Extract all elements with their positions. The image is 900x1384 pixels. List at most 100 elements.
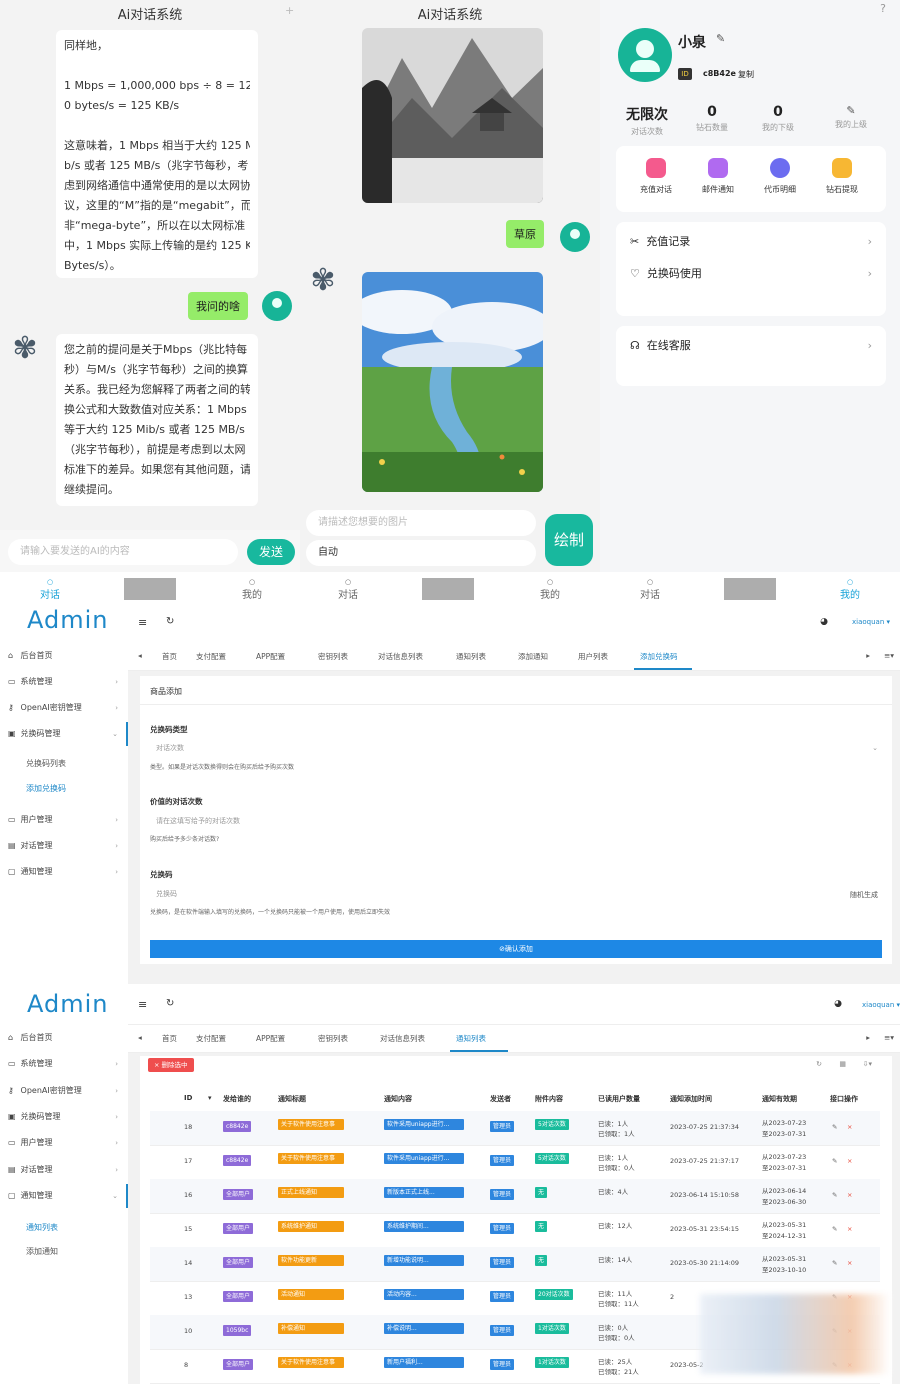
tabs-prev-icon[interactable]: ◂ xyxy=(138,1033,142,1042)
sidebar-sub-add-notice[interactable]: 添加通知 xyxy=(26,1246,58,1257)
prompt-input[interactable]: 请描述您想要的图片 xyxy=(306,510,536,536)
tab-home[interactable]: 首页 xyxy=(162,1033,177,1044)
stat-diamonds[interactable]: 0 钻石数量 xyxy=(677,104,747,133)
edit-icon[interactable]: ✎ xyxy=(832,1123,837,1131)
export-icon[interactable]: ⇩▾ xyxy=(863,1060,872,1068)
columns-icon[interactable]: ▦ xyxy=(839,1060,846,1068)
tabs-next-icon[interactable]: ▸ xyxy=(866,651,870,660)
delete-icon[interactable]: × xyxy=(847,1123,852,1131)
tab-chat-list[interactable]: 对话信息列表 xyxy=(378,651,423,662)
edit-icon[interactable]: ✎ xyxy=(832,1225,837,1233)
tab-chat[interactable]: ○ 对话 xyxy=(20,578,80,601)
user-menu[interactable]: xiaoquan ▾ xyxy=(852,618,890,626)
tab-key-list[interactable]: 密钥列表 xyxy=(318,1033,348,1044)
tab-mine[interactable]: ○ 我的 xyxy=(520,578,580,601)
sidebar-sub-add-redeem[interactable]: 添加兑换码 xyxy=(26,783,66,794)
field-type-select[interactable]: 对话次数 ⌄ xyxy=(150,740,882,756)
mode-select[interactable]: 自动 xyxy=(306,540,536,566)
field-code-input[interactable]: 兑换码 xyxy=(150,886,882,902)
edit-icon[interactable]: ✎ xyxy=(832,1157,837,1165)
tab-home[interactable]: 首页 xyxy=(162,651,177,662)
menu-toggle-icon[interactable]: ≡ xyxy=(138,998,147,1011)
tab-app-config[interactable]: APP配置 xyxy=(256,1033,285,1044)
diamond-withdraw-button[interactable]: 钻石提现 xyxy=(812,158,872,195)
refresh-icon[interactable]: ↻ xyxy=(166,998,174,1009)
sidebar-item-chats[interactable]: ▤ 对话管理 › xyxy=(8,1162,122,1178)
tab-key-list[interactable]: 密钥列表 xyxy=(318,651,348,662)
delete-icon[interactable]: × xyxy=(847,1225,852,1233)
sidebar-item-redeem[interactable]: ▣ 兑换码管理 › xyxy=(8,1109,122,1125)
chat-tab-icon: ○ xyxy=(46,578,54,586)
tab-pay-config[interactable]: 支付配置 xyxy=(196,651,226,662)
tab-user-list[interactable]: 用户列表 xyxy=(578,651,608,662)
tab-notice-list[interactable]: 通知列表 xyxy=(456,1033,486,1044)
sidebar-sub-notice-list[interactable]: 通知列表 xyxy=(26,1222,58,1233)
blurred-overlay xyxy=(700,1294,890,1374)
message-input[interactable]: 请输入要发送的AI的内容 xyxy=(8,539,238,565)
sidebar-item-users[interactable]: ▭ 用户管理 › xyxy=(8,1135,122,1151)
edit-icon[interactable]: ✎ xyxy=(832,1191,837,1199)
sidebar-item-notices[interactable]: ▢ 通知管理 › xyxy=(8,864,122,880)
send-button[interactable]: 发送 xyxy=(247,539,295,565)
theme-icon[interactable]: ◕ xyxy=(820,617,828,627)
tab-chat[interactable]: ○ 对话 xyxy=(620,578,680,601)
delete-icon[interactable]: × xyxy=(847,1259,852,1267)
copy-id-button[interactable]: 复制 xyxy=(738,69,754,80)
tabs-next-icon[interactable]: ▸ xyxy=(866,1033,870,1042)
sidebar-item-chats[interactable]: ▤ 对话管理 › xyxy=(8,838,122,854)
sidebar-item-system[interactable]: ▭ 系统管理 › xyxy=(8,1056,122,1072)
menu-toggle-icon[interactable]: ≡ xyxy=(138,616,147,629)
theme-icon[interactable]: ◕ xyxy=(834,999,842,1009)
tab-chat[interactable]: ○ 对话 xyxy=(318,578,378,601)
draw-button[interactable]: 绘制 xyxy=(545,514,593,566)
recharge-chat-button[interactable]: 充值对话 xyxy=(626,158,686,195)
col-id[interactable]: ID xyxy=(184,1094,192,1102)
sort-icon[interactable]: ▾ xyxy=(208,1094,212,1102)
redeem-code-item[interactable]: ♡ 兑换码使用 › xyxy=(630,262,872,286)
generated-image-grassland[interactable] xyxy=(362,272,543,492)
tabs-menu-icon[interactable]: ≡▾ xyxy=(884,1033,894,1042)
sidebar-item-home[interactable]: ⌂ 后台首页 xyxy=(8,648,122,664)
delete-icon[interactable]: × xyxy=(847,1191,852,1199)
sidebar-item-system[interactable]: ▭ 系统管理 › xyxy=(8,674,122,690)
confirm-add-button[interactable]: ⊘确认添加 xyxy=(150,940,882,958)
sidebar-item-openai-keys[interactable]: ⚷ OpenAI密钥管理 › xyxy=(8,1083,122,1099)
sidebar-item-notices[interactable]: ▢ 通知管理 ⌄ xyxy=(8,1188,122,1204)
tabs-menu-icon[interactable]: ≡▾ xyxy=(884,651,894,660)
stat-superior[interactable]: ✎ 我的上级 xyxy=(816,104,886,130)
profile-avatar[interactable] xyxy=(618,28,672,82)
recharge-record-item[interactable]: ✂ 充值记录 › xyxy=(630,230,872,254)
random-generate-button[interactable]: 随机生成 xyxy=(850,890,878,900)
refresh-icon[interactable]: ↻ xyxy=(166,616,174,627)
online-service-item[interactable]: ☊ 在线客服 › xyxy=(630,334,872,358)
token-detail-button[interactable]: 代币明细 xyxy=(750,158,810,195)
edit-icon[interactable]: ✎ xyxy=(832,1259,837,1267)
edit-name-icon[interactable]: ✎ xyxy=(716,32,725,45)
sidebar-item-redeem[interactable]: ▣ 兑换码管理 ⌄ xyxy=(8,726,122,742)
field-count-input[interactable]: 请在这填写给予的对话次数 xyxy=(150,813,882,829)
new-tab-icon[interactable]: + xyxy=(285,4,294,17)
help-icon[interactable]: ? xyxy=(880,2,886,15)
generated-image-landscape[interactable] xyxy=(362,28,543,203)
tab-pay-config[interactable]: 支付配置 xyxy=(196,1033,226,1044)
tab-add-notice[interactable]: 添加通知 xyxy=(518,651,548,662)
sidebar-item-users[interactable]: ▭ 用户管理 › xyxy=(8,812,122,828)
delete-icon[interactable]: × xyxy=(847,1157,852,1165)
mail-notify-button[interactable]: 邮件通知 xyxy=(688,158,748,195)
col-attach: 附件内容 xyxy=(535,1095,563,1103)
tab-mine[interactable]: ○ 我的 xyxy=(222,578,282,601)
sidebar-item-home[interactable]: ⌂ 后台首页 xyxy=(8,1030,122,1046)
delete-selected-button[interactable]: × 删除选中 xyxy=(148,1058,194,1072)
stat-subordinates[interactable]: 0 我的下级 xyxy=(743,104,813,133)
tab-add-redeem[interactable]: 添加兑换码 xyxy=(640,651,678,662)
tab-chat-list[interactable]: 对话信息列表 xyxy=(380,1033,425,1044)
tabs-prev-icon[interactable]: ◂ xyxy=(138,651,142,660)
refresh-table-icon[interactable]: ↻ xyxy=(816,1060,822,1068)
tab-mine[interactable]: ○ 我的 xyxy=(820,578,880,601)
tab-notice-list[interactable]: 通知列表 xyxy=(456,651,486,662)
tab-app-config[interactable]: APP配置 xyxy=(256,651,285,662)
user-menu[interactable]: xiaoquan ▾ xyxy=(862,1001,900,1009)
sidebar-item-openai-keys[interactable]: ⚷ OpenAI密钥管理 › xyxy=(8,700,122,716)
sidebar-sub-redeem-list[interactable]: 兑换码列表 xyxy=(26,758,66,769)
stat-chat-count[interactable]: 无限次 对话次数 xyxy=(612,104,682,137)
